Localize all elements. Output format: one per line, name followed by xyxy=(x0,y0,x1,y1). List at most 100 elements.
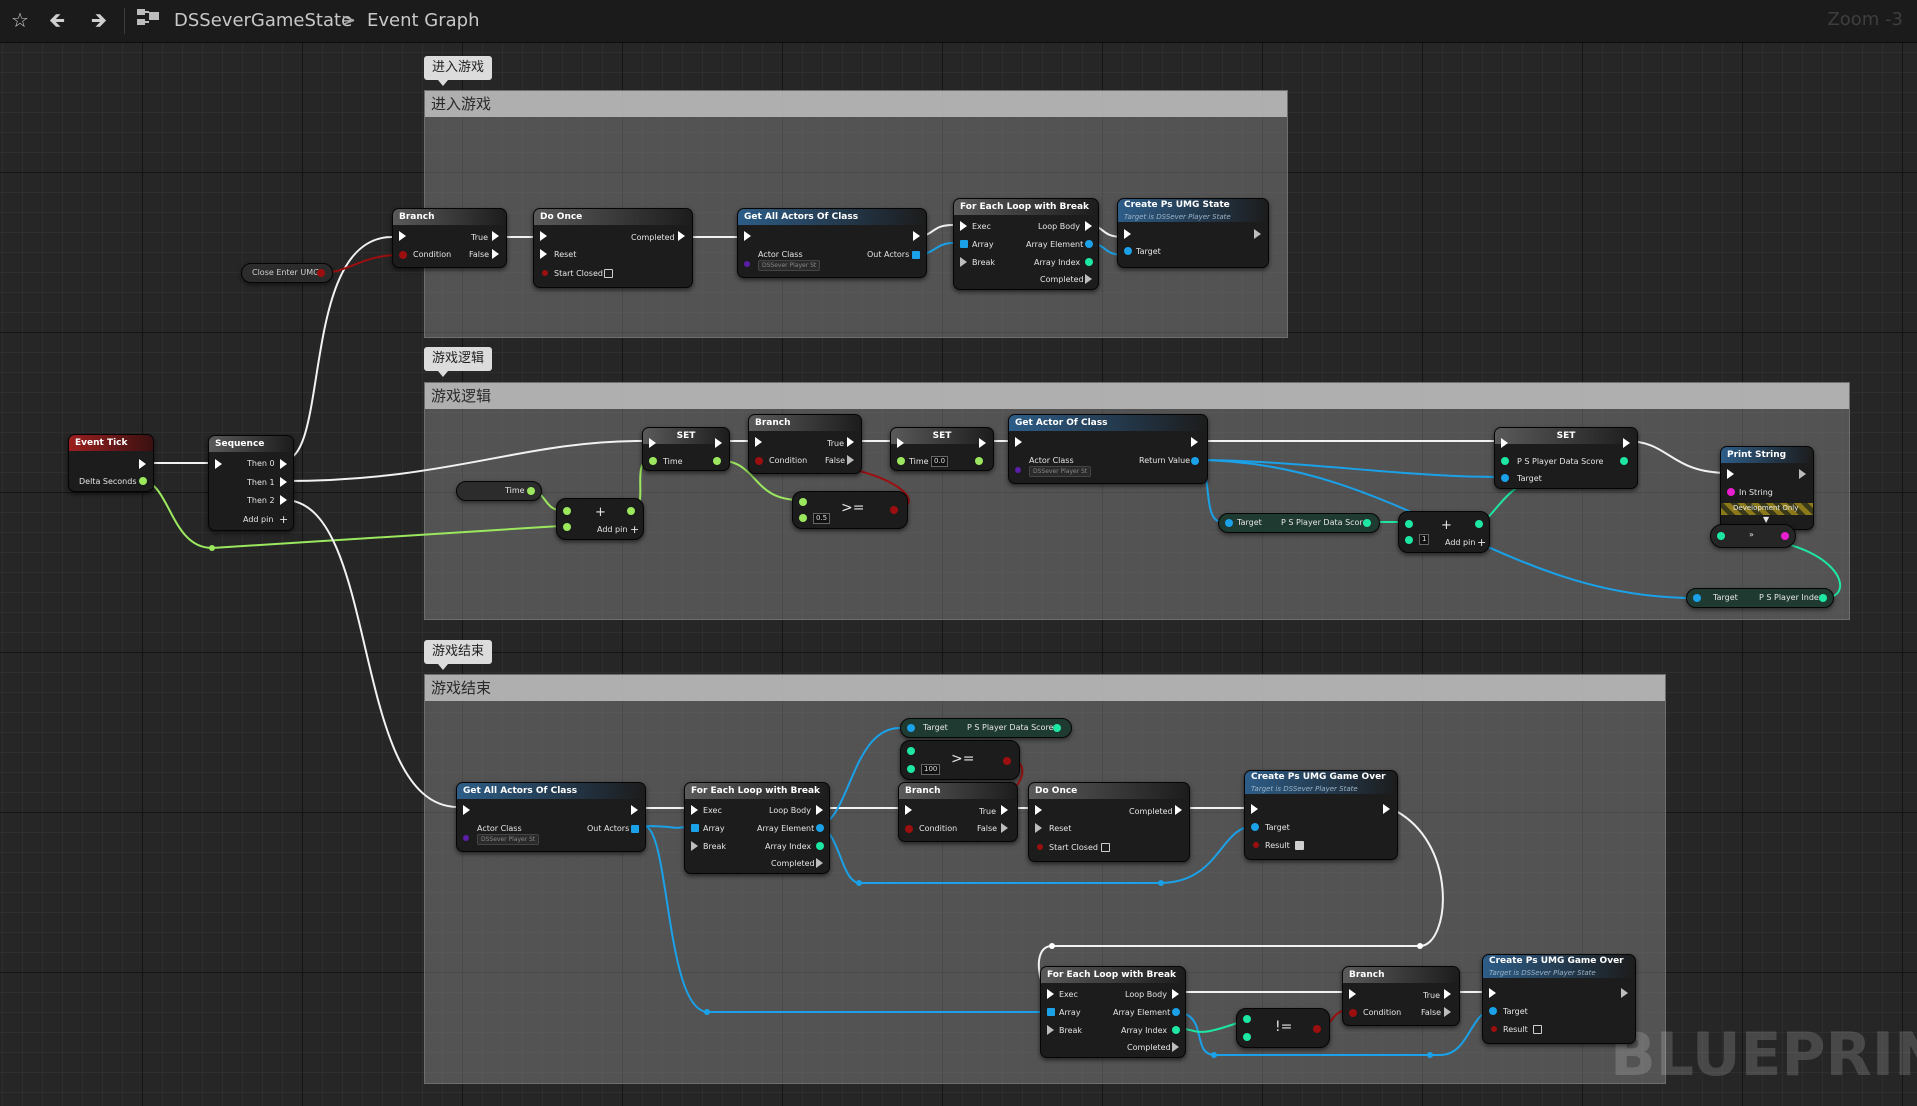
actor-class-pin[interactable] xyxy=(463,835,469,841)
exec-in-pin[interactable] xyxy=(1727,469,1734,479)
greater-equal-int-node[interactable]: 100 >= xyxy=(900,740,1020,780)
actor-class-select[interactable]: DSSever Player St xyxy=(477,834,540,845)
completed-pin[interactable] xyxy=(816,858,823,868)
loop-body-pin[interactable] xyxy=(816,805,823,815)
time-in-pin[interactable] xyxy=(649,457,657,465)
create-ps-umg-state-node[interactable]: Create Ps UMG State Target is DSSever Pl… xyxy=(1117,198,1269,268)
exec-in-pin[interactable] xyxy=(540,231,547,241)
create-ps-umg-game-over-node[interactable]: Create Ps UMG Game Over Target is DSSeve… xyxy=(1482,954,1636,1044)
int-in-b-pin[interactable] xyxy=(907,765,915,773)
exec-out-pin[interactable] xyxy=(1799,469,1806,479)
chevron-down-icon[interactable]: ▼ xyxy=(1763,515,1769,524)
player-index-getter[interactable]: Target P S Player Index xyxy=(1686,588,1834,608)
exec-in-pin[interactable] xyxy=(1501,438,1508,448)
exec-false-pin[interactable] xyxy=(1001,823,1008,833)
bool-pin[interactable] xyxy=(317,269,325,277)
bool-out-pin[interactable] xyxy=(1313,1025,1321,1033)
array-index-pin[interactable] xyxy=(1085,258,1093,266)
break-pin[interactable] xyxy=(1047,1025,1054,1035)
actor-class-select[interactable]: DSSever Player St xyxy=(1029,466,1092,477)
exec-out-pin[interactable] xyxy=(1254,229,1261,239)
plus-icon[interactable]: + xyxy=(279,513,288,526)
exec-out-pin[interactable] xyxy=(631,805,638,815)
threshold-input[interactable]: 0.5 xyxy=(813,513,831,524)
create-ps-umg-game-over-node[interactable]: Create Ps UMG Game Over Target is DSSeve… xyxy=(1244,770,1398,860)
score-getter[interactable]: Target P S Player Data Score xyxy=(900,718,1072,738)
break-pin[interactable] xyxy=(960,257,967,267)
int-in-a-pin[interactable] xyxy=(907,747,915,755)
exec-in-pin[interactable] xyxy=(960,221,967,231)
exec-in-pin[interactable] xyxy=(399,231,406,241)
sequence-node[interactable]: Sequence Then 0 Then 1 Then 2 Add pin + xyxy=(208,435,294,531)
target-pin[interactable] xyxy=(1501,474,1509,482)
return-value-pin[interactable] xyxy=(1191,457,1199,465)
time-value-input[interactable]: 0.0 xyxy=(931,456,949,467)
then-0-pin[interactable] xyxy=(280,459,287,469)
print-string-node[interactable]: Print String In String Development Only … xyxy=(1720,446,1814,530)
reroute-node[interactable] xyxy=(704,1009,710,1015)
exec-in-pin[interactable] xyxy=(1251,804,1258,814)
branch-node[interactable]: Branch Condition True False xyxy=(748,414,862,474)
int-in-b-pin[interactable] xyxy=(1243,1033,1251,1041)
score-getter[interactable]: Target P S Player Data Score xyxy=(1218,513,1380,533)
array-index-pin[interactable] xyxy=(1172,1026,1180,1034)
add-pin-button[interactable]: Add pin xyxy=(243,515,273,524)
in-string-pin[interactable] xyxy=(1727,488,1735,496)
add-int-node[interactable]: 1 + Add pin + xyxy=(1398,511,1490,553)
score-out-pin[interactable] xyxy=(1363,519,1371,527)
exec-in-pin[interactable] xyxy=(215,459,222,469)
breadcrumb-current[interactable]: Event Graph xyxy=(367,10,480,31)
exec-out-pin[interactable] xyxy=(678,231,685,241)
reroute-node[interactable] xyxy=(1211,1052,1217,1058)
exec-out-pin[interactable] xyxy=(1621,988,1628,998)
array-pin[interactable] xyxy=(691,824,699,832)
exec-in-pin[interactable] xyxy=(1489,988,1496,998)
start-closed-checkbox[interactable] xyxy=(604,269,613,278)
int-in-pin[interactable] xyxy=(1717,532,1725,540)
exec-false-pin[interactable] xyxy=(1444,1007,1451,1017)
exec-out-pin[interactable] xyxy=(139,459,146,469)
reroute-node[interactable] xyxy=(1427,1052,1433,1058)
exec-out-pin[interactable] xyxy=(979,438,986,448)
int-value-input[interactable]: 1 xyxy=(1419,534,1430,545)
out-actors-pin[interactable] xyxy=(912,251,920,259)
float-pin[interactable] xyxy=(527,487,535,495)
reroute-node[interactable] xyxy=(1417,943,1423,949)
exec-in-pin[interactable] xyxy=(1124,229,1131,239)
exec-in-pin[interactable] xyxy=(691,805,698,815)
bool-out-pin[interactable] xyxy=(1003,757,1011,765)
result-checkbox[interactable] xyxy=(1295,841,1304,850)
branch-node[interactable]: Branch Condition True False xyxy=(898,782,1018,842)
exec-out-pin[interactable] xyxy=(1623,438,1630,448)
target-pin[interactable] xyxy=(1489,1007,1497,1015)
not-equal-node[interactable]: != xyxy=(1236,1008,1330,1048)
condition-pin[interactable] xyxy=(1349,1009,1357,1017)
get-actor-of-class-node[interactable]: Get Actor Of Class Actor Class DSSever P… xyxy=(1008,414,1208,484)
exec-in-pin[interactable] xyxy=(649,438,656,448)
exec-out-pin[interactable] xyxy=(1175,805,1182,815)
set-time-node[interactable]: SET Time 0.0 xyxy=(890,427,994,471)
set-score-node[interactable]: SET P S Player Data Score Target xyxy=(1494,427,1638,489)
completed-pin[interactable] xyxy=(1085,274,1092,284)
score-out-pin[interactable] xyxy=(1620,457,1628,465)
result-checkbox[interactable] xyxy=(1533,1025,1542,1034)
score-in-pin[interactable] xyxy=(1501,457,1509,465)
arrow-left-icon[interactable]: 🡸 xyxy=(44,7,70,33)
set-time-node[interactable]: SET Time xyxy=(642,427,730,471)
actor-class-select[interactable]: DSSever Player St xyxy=(758,260,821,271)
condition-pin[interactable] xyxy=(755,457,763,465)
exec-out-pin[interactable] xyxy=(913,231,920,241)
string-out-pin[interactable] xyxy=(1781,532,1789,540)
close-enter-umg-getter[interactable]: Close Enter UMG xyxy=(241,263,333,283)
target-pin[interactable] xyxy=(1251,823,1259,831)
reroute-node[interactable] xyxy=(856,880,862,886)
plus-icon[interactable]: + xyxy=(630,523,639,536)
reroute-node[interactable] xyxy=(1158,880,1164,886)
reroute-node[interactable] xyxy=(209,545,215,551)
result-pin[interactable] xyxy=(1491,1026,1497,1032)
array-element-pin[interactable] xyxy=(816,824,824,832)
plus-icon[interactable]: + xyxy=(1477,536,1486,549)
score-out-pin[interactable] xyxy=(1053,724,1061,732)
array-element-pin[interactable] xyxy=(1172,1008,1180,1016)
float-in-a-pin[interactable] xyxy=(563,507,571,515)
